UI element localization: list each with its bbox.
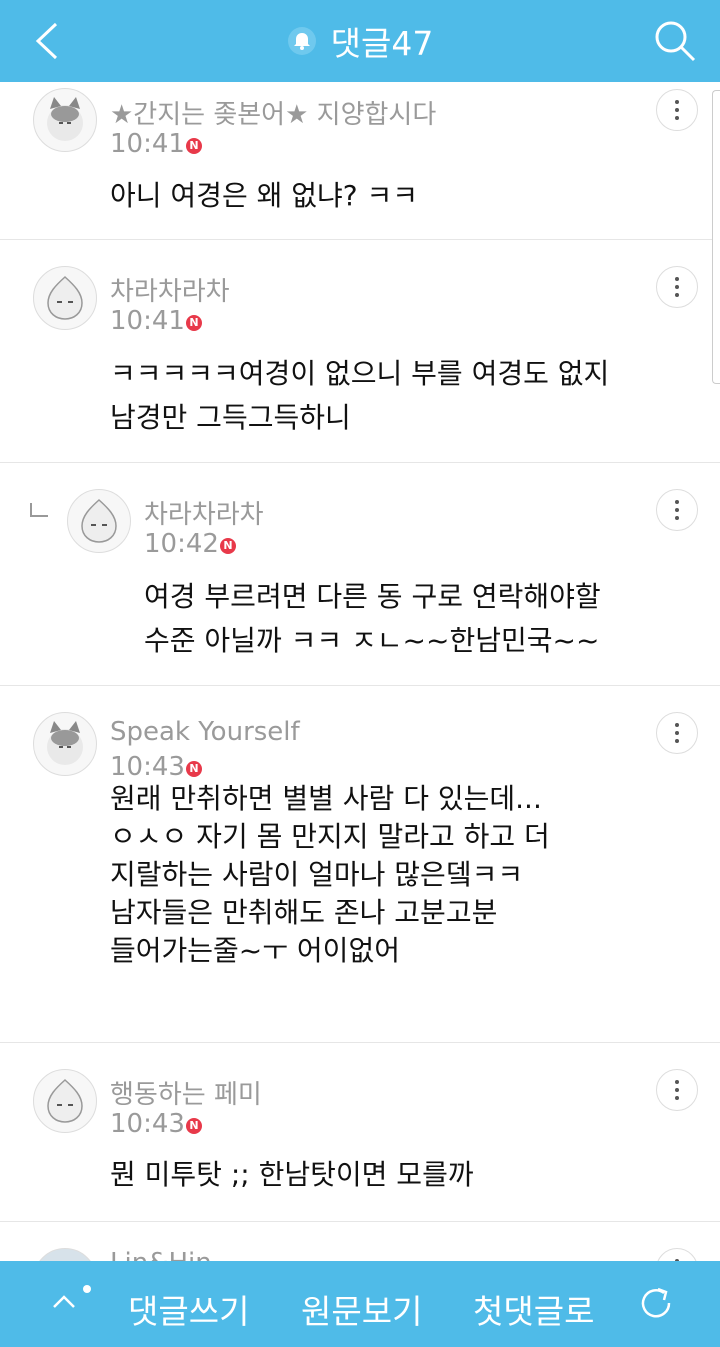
refresh-icon[interactable] [636, 1283, 676, 1323]
comment-author[interactable]: Lin&Hin [110, 1248, 212, 1261]
new-badge: N [186, 138, 202, 154]
comment-time: 10:41 [110, 306, 185, 336]
comment-item: 차라차라차 10:41 N ㅋㅋㅋㅋㅋ여경이 없으니 부를 여경도 없지 남경만… [0, 240, 720, 463]
chevron-up-icon[interactable] [52, 1291, 76, 1311]
comment-time: 10:42 [144, 529, 219, 559]
comment-item: ★간지는 좆본어★ 지양합시다 10:41 N 아니 여경은 왜 없냐? ㅋㅋ [0, 82, 720, 240]
new-badge: N [186, 315, 202, 331]
comment-text: 아니 여경은 왜 없냐? ㅋㅋ [110, 174, 418, 218]
comment-line: 아니 여경은 왜 없냐? ㅋㅋ [110, 179, 419, 212]
comment-item: Lin&Hin [0, 1222, 720, 1261]
comment-line: ㅇㅅㅇ 자기 몸 만지지 말라고 하고 더 [110, 820, 550, 853]
avatar[interactable] [33, 266, 97, 330]
comment-text: 뭔 미투탓 ;; 한남탓이면 모를까 [110, 1153, 474, 1197]
title-group: 댓글47 [0, 0, 720, 82]
comment-line: 수준 아닐까 ㅋㅋ ㅈㄴ~~한남민국~~ [144, 624, 600, 657]
new-badge: N [186, 1118, 202, 1134]
new-badge: N [220, 538, 236, 554]
comment-item: 행동하는 페미 10:43 N 뭔 미투탓 ;; 한남탓이면 모를까 [0, 1043, 720, 1222]
comment-text: ㅋㅋㅋㅋㅋ여경이 없으니 부를 여경도 없지 남경만 그득그득하니 [110, 352, 609, 440]
scrollbar[interactable] [712, 90, 720, 384]
avatar[interactable] [33, 712, 97, 776]
comment-author[interactable]: 차라차라차 [110, 271, 230, 308]
more-options-button[interactable] [656, 1069, 698, 1111]
top-bar: 댓글47 [0, 0, 720, 82]
first-comment-button[interactable]: 첫댓글로 [473, 1285, 594, 1333]
page-title: 댓글47 [330, 24, 434, 63]
more-options-button[interactable] [656, 266, 698, 308]
comment-line: 들어가는줄~ㅜ 어이없어 [110, 934, 400, 967]
reply-item: 차라차라차 10:42 N 여경 부르려면 다른 동 구로 연락해야할 수준 아… [0, 463, 720, 686]
comment-author[interactable]: 차라차라차 [144, 494, 264, 531]
comment-time: 10:43 [110, 752, 185, 782]
comment-author[interactable]: 행동하는 페미 [110, 1074, 262, 1111]
comment-line: 원래 만취하면 별별 사람 다 있는데... [110, 782, 542, 815]
bottom-bar: 댓글쓰기 원문보기 첫댓글로 [0, 1261, 720, 1347]
comment-line: 지랄하는 사람이 얼마나 많은뎈ㅋㅋ [110, 858, 524, 891]
comment-line: 남경만 그득그득하니 [110, 401, 351, 434]
more-options-button[interactable] [656, 489, 698, 531]
more-options-button[interactable] [656, 89, 698, 131]
reply-arrow-icon [30, 503, 48, 517]
search-icon[interactable] [652, 18, 698, 64]
avatar[interactable] [33, 1069, 97, 1133]
comment-author[interactable]: ★간지는 좆본어★ 지양합시다 [110, 94, 436, 131]
comment-time: 10:43 [110, 1109, 185, 1139]
comment-line: 여경 부르려면 다른 동 구로 연락해야할 [144, 580, 601, 613]
comment-time: 10:41 [110, 129, 185, 159]
comment-text: 원래 만취하면 별별 사람 다 있는데... ㅇㅅㅇ 자기 몸 만지지 말라고 … [110, 780, 550, 970]
comment-text: 여경 부르려면 다른 동 구로 연락해야할 수준 아닐까 ㅋㅋ ㅈㄴ~~한남민국… [144, 575, 601, 663]
more-options-button[interactable] [656, 1248, 698, 1261]
new-badge: N [186, 761, 202, 777]
comment-line: ㅋㅋㅋㅋㅋ여경이 없으니 부를 여경도 없지 [110, 357, 610, 390]
bell-icon[interactable] [287, 26, 317, 56]
write-comment-button[interactable]: 댓글쓰기 [128, 1285, 249, 1333]
indicator-dot [83, 1285, 91, 1293]
comment-author[interactable]: Speak Yourself [110, 717, 300, 747]
comment-item: Speak Yourself 10:43 N 원래 만취하면 별별 사람 다 있… [0, 686, 720, 1043]
more-options-button[interactable] [656, 712, 698, 754]
comment-list: ★간지는 좆본어★ 지양합시다 10:41 N 아니 여경은 왜 없냐? ㅋㅋ … [0, 82, 720, 1261]
comment-line: 남자들은 만취해도 존나 고분고분 [110, 896, 498, 929]
avatar[interactable] [33, 1248, 97, 1261]
avatar[interactable] [33, 88, 97, 152]
avatar[interactable] [67, 489, 131, 553]
view-original-button[interactable]: 원문보기 [301, 1285, 422, 1333]
comment-line: 뭔 미투탓 ;; 한남탓이면 모를까 [110, 1158, 474, 1191]
